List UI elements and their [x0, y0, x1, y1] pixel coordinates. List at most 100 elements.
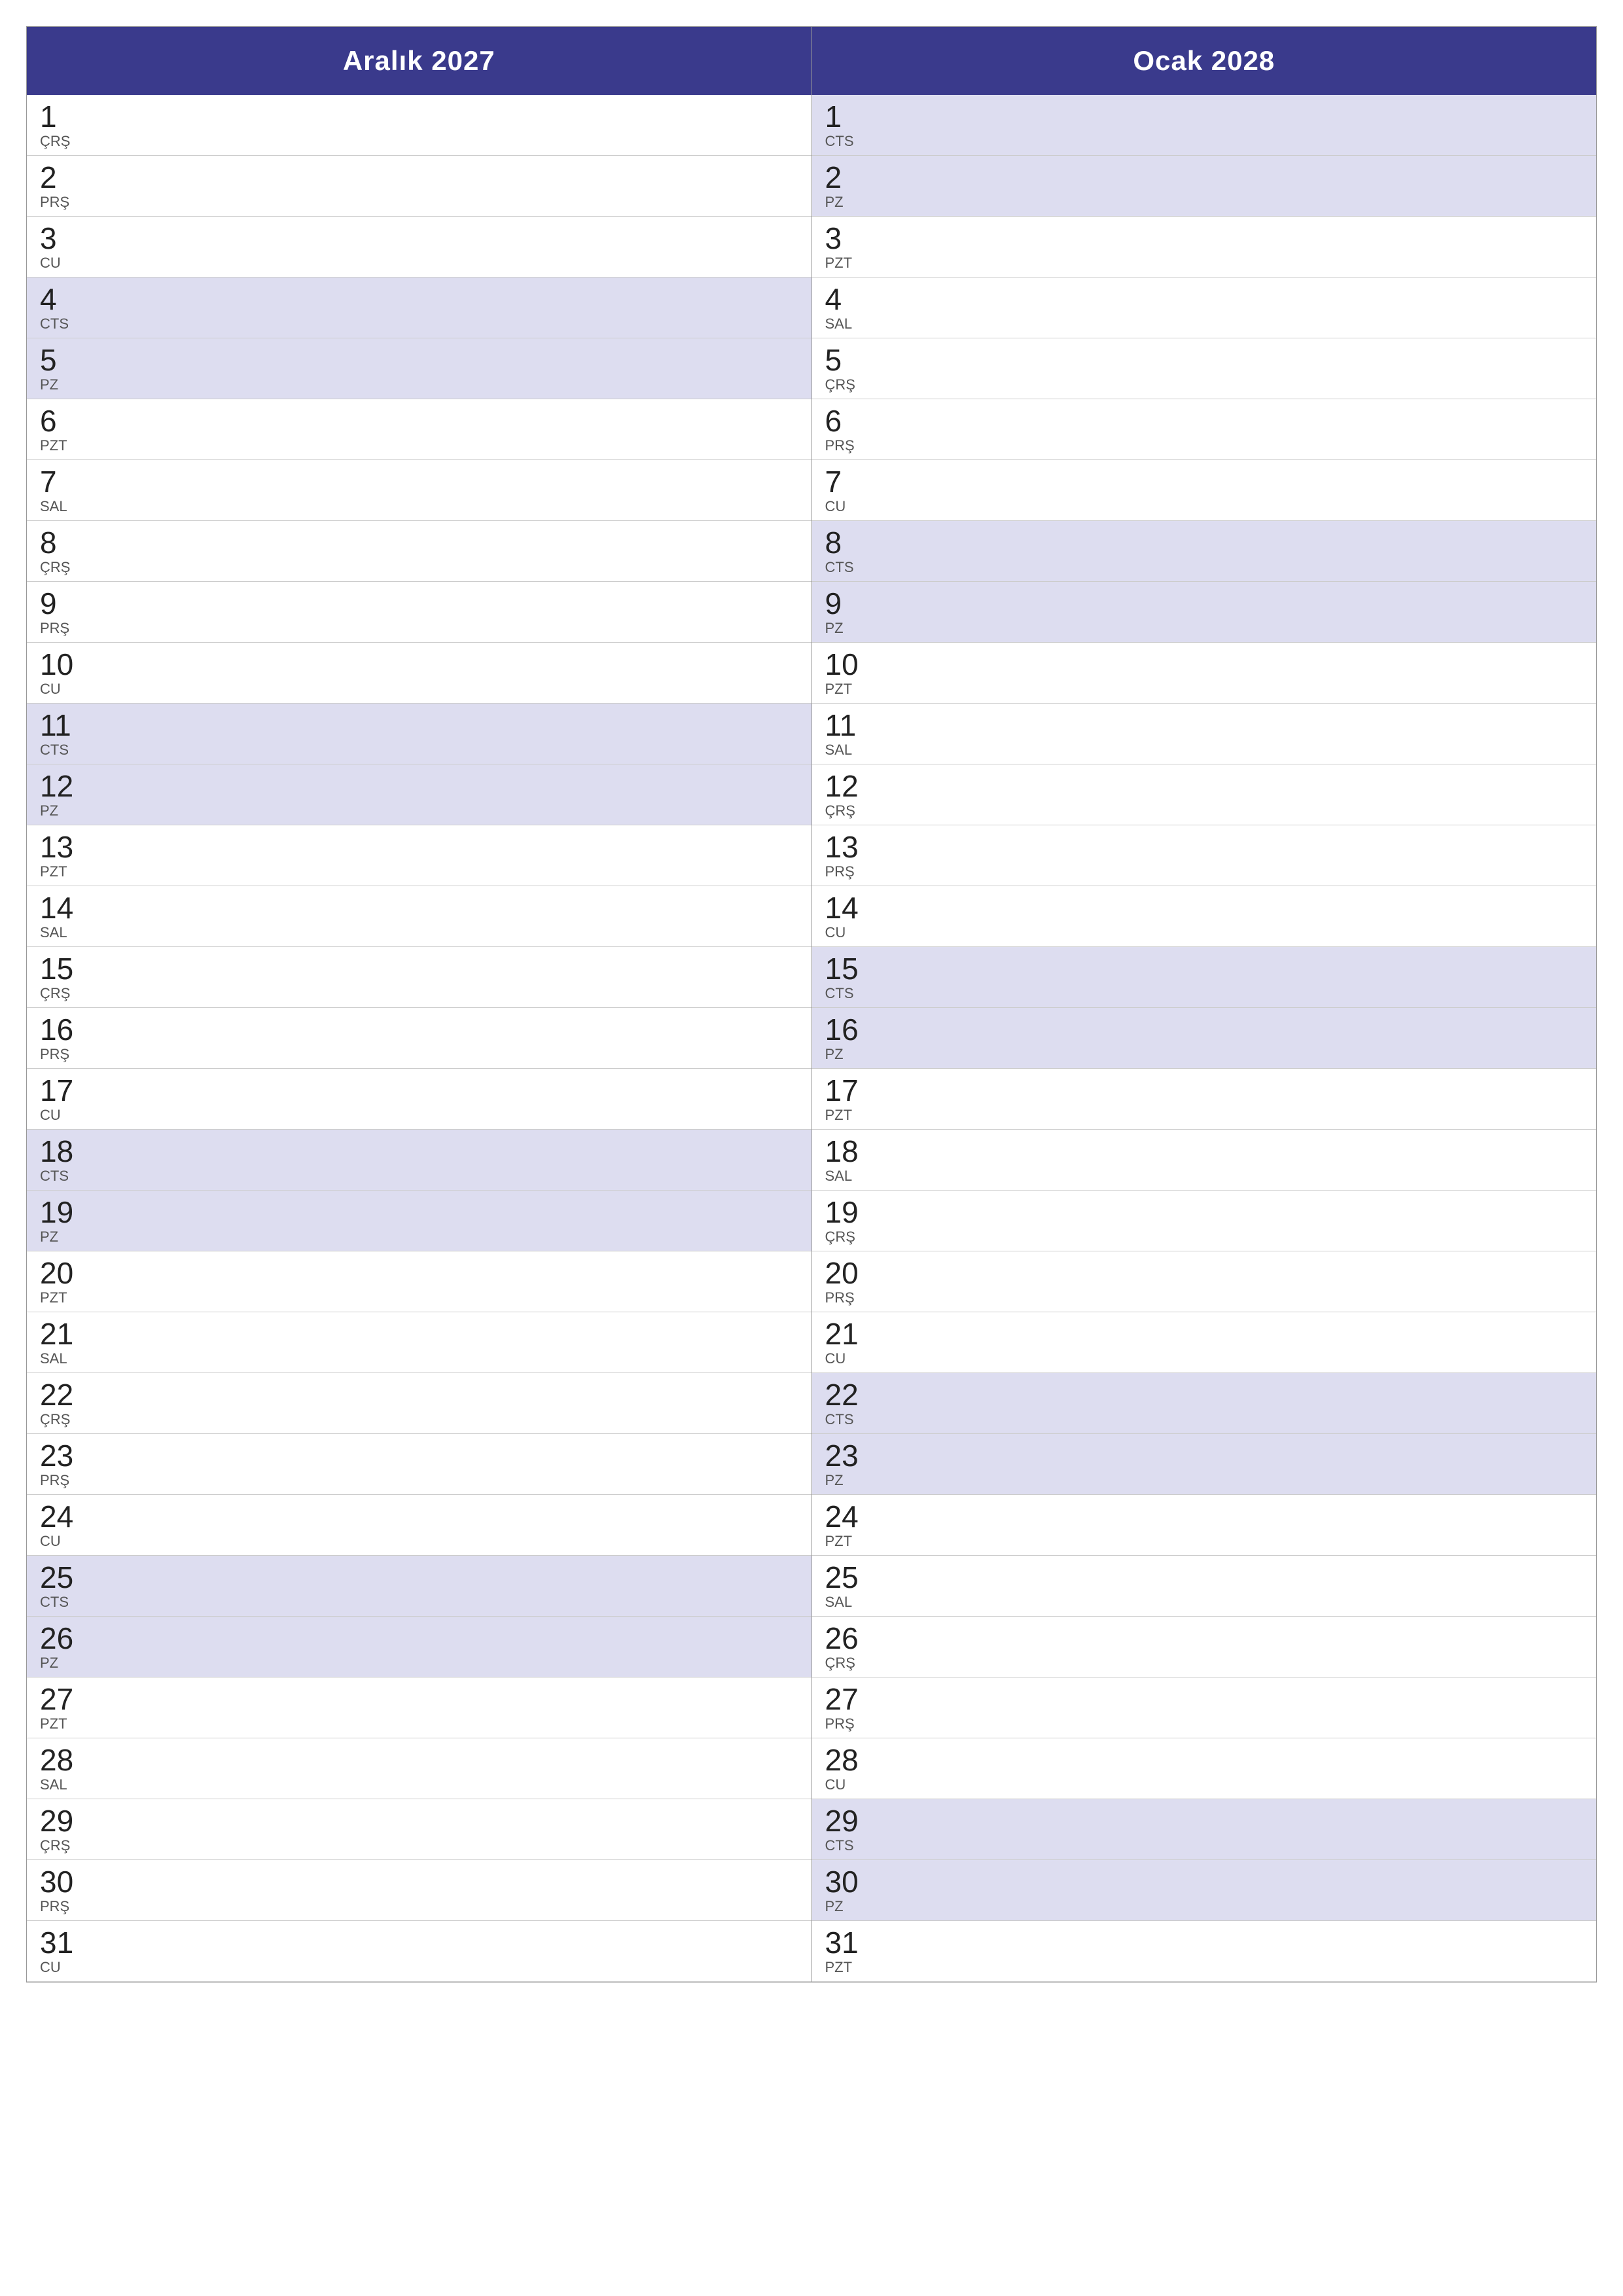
day-name: PRŞ	[825, 865, 878, 879]
day-info: 31PZT	[825, 1928, 878, 1975]
day-row: 24PZT	[812, 1495, 1597, 1556]
day-number: 10	[40, 649, 92, 679]
day-name: CU	[40, 682, 92, 696]
day-row: 19ÇRŞ	[812, 1191, 1597, 1251]
day-info: 29ÇRŞ	[40, 1806, 92, 1853]
day-name: SAL	[825, 317, 878, 331]
day-info: 2PZ	[825, 162, 878, 209]
day-row: 6PZT	[27, 399, 812, 460]
day-name: ÇRŞ	[40, 986, 92, 1001]
day-info: 1CTS	[825, 101, 878, 149]
day-info: 5PZ	[40, 345, 92, 392]
day-number: 31	[40, 1928, 92, 1958]
day-info: 30PRŞ	[40, 1867, 92, 1914]
day-name: PZ	[825, 621, 878, 636]
day-row: 1ÇRŞ	[27, 95, 812, 156]
day-info: 7CU	[825, 467, 878, 514]
day-info: 17PZT	[825, 1075, 878, 1122]
day-info: 25CTS	[40, 1562, 92, 1609]
day-name: CTS	[40, 317, 92, 331]
day-info: 13PZT	[40, 832, 92, 879]
day-number: 12	[825, 771, 878, 801]
day-name: CTS	[825, 986, 878, 1001]
day-number: 3	[40, 223, 92, 253]
day-number: 11	[825, 710, 878, 740]
day-number: 7	[40, 467, 92, 497]
day-info: 8CTS	[825, 528, 878, 575]
day-info: 14CU	[825, 893, 878, 940]
day-name: ÇRŞ	[40, 1412, 92, 1427]
day-name: PZ	[40, 804, 92, 818]
day-row: 20PZT	[27, 1251, 812, 1312]
day-info: 24CU	[40, 1501, 92, 1549]
day-info: 18CTS	[40, 1136, 92, 1183]
day-name: CU	[825, 925, 878, 940]
day-row: 9PRŞ	[27, 582, 812, 643]
day-row: 15ÇRŞ	[27, 947, 812, 1008]
day-row: 13PZT	[27, 825, 812, 886]
day-info: 22ÇRŞ	[40, 1380, 92, 1427]
day-number: 28	[40, 1745, 92, 1775]
day-info: 4 CTS	[40, 284, 92, 331]
day-row: 10 CU	[27, 643, 812, 704]
day-number: 13	[40, 832, 92, 862]
day-name: CTS	[825, 1839, 878, 1853]
day-name: PZT	[40, 1717, 92, 1731]
day-info: 19ÇRŞ	[825, 1197, 878, 1244]
day-row: 16PZ	[812, 1008, 1597, 1069]
day-info: 23PRŞ	[40, 1441, 92, 1488]
day-name: SAL	[40, 1352, 92, 1366]
day-name: CTS	[40, 1595, 92, 1609]
day-row: 2PZ	[812, 156, 1597, 217]
day-number: 11	[40, 710, 92, 740]
day-number: 21	[40, 1319, 92, 1349]
day-row: 25CTS	[27, 1556, 812, 1617]
day-name: SAL	[825, 1595, 878, 1609]
day-number: 3	[825, 223, 878, 253]
day-number: 1	[825, 101, 878, 132]
day-name: PZ	[825, 1473, 878, 1488]
day-name: SAL	[40, 1778, 92, 1792]
day-name: CU	[40, 1960, 92, 1975]
day-row: 18SAL	[812, 1130, 1597, 1191]
day-row: 6PRŞ	[812, 399, 1597, 460]
day-info: 19PZ	[40, 1197, 92, 1244]
day-info: 11 CTS	[40, 710, 92, 757]
day-number: 27	[40, 1684, 92, 1714]
day-row: 22ÇRŞ	[27, 1373, 812, 1434]
day-number: 8	[825, 528, 878, 558]
day-info: 13PRŞ	[825, 832, 878, 879]
day-row: 31PZT	[812, 1921, 1597, 1982]
day-row: 7 SAL	[27, 460, 812, 521]
day-number: 26	[40, 1623, 92, 1653]
day-name: PZT	[825, 1534, 878, 1549]
day-number: 24	[40, 1501, 92, 1532]
day-info: 31 CU	[40, 1928, 92, 1975]
calendar-container: Aralık 20271ÇRŞ2PRŞ3CU4CTS5PZ6PZT7SAL8ÇR…	[26, 26, 1597, 1982]
day-row: 5PZ	[27, 338, 812, 399]
day-name: SAL	[825, 1169, 878, 1183]
day-name: PZT	[825, 1108, 878, 1122]
day-name: PZ	[825, 1899, 878, 1914]
day-info: 22CTS	[825, 1380, 878, 1427]
day-row: 18CTS	[27, 1130, 812, 1191]
day-name: CTS	[40, 743, 92, 757]
day-info: 30PZ	[825, 1867, 878, 1914]
day-name: SAL	[40, 499, 92, 514]
day-row: 5ÇRŞ	[812, 338, 1597, 399]
day-name: CTS	[40, 1169, 92, 1183]
day-row: 21 SAL	[27, 1312, 812, 1373]
day-row: 7CU	[812, 460, 1597, 521]
month-col-ocak-2028: Ocak 20281CTS2PZ3PZT4SAL5ÇRŞ6PRŞ7CU8CTS9…	[812, 27, 1597, 1982]
day-row: 9PZ	[812, 582, 1597, 643]
day-name: CU	[825, 499, 878, 514]
day-number: 5	[825, 345, 878, 375]
day-info: 20PRŞ	[825, 1258, 878, 1305]
day-name: ÇRŞ	[40, 1839, 92, 1853]
day-number: 4	[40, 284, 92, 314]
day-info: 16PRŞ	[40, 1014, 92, 1062]
day-number: 27	[825, 1684, 878, 1714]
day-row: 31 CU	[27, 1921, 812, 1982]
day-row: 19PZ	[27, 1191, 812, 1251]
day-row: 21CU	[812, 1312, 1597, 1373]
